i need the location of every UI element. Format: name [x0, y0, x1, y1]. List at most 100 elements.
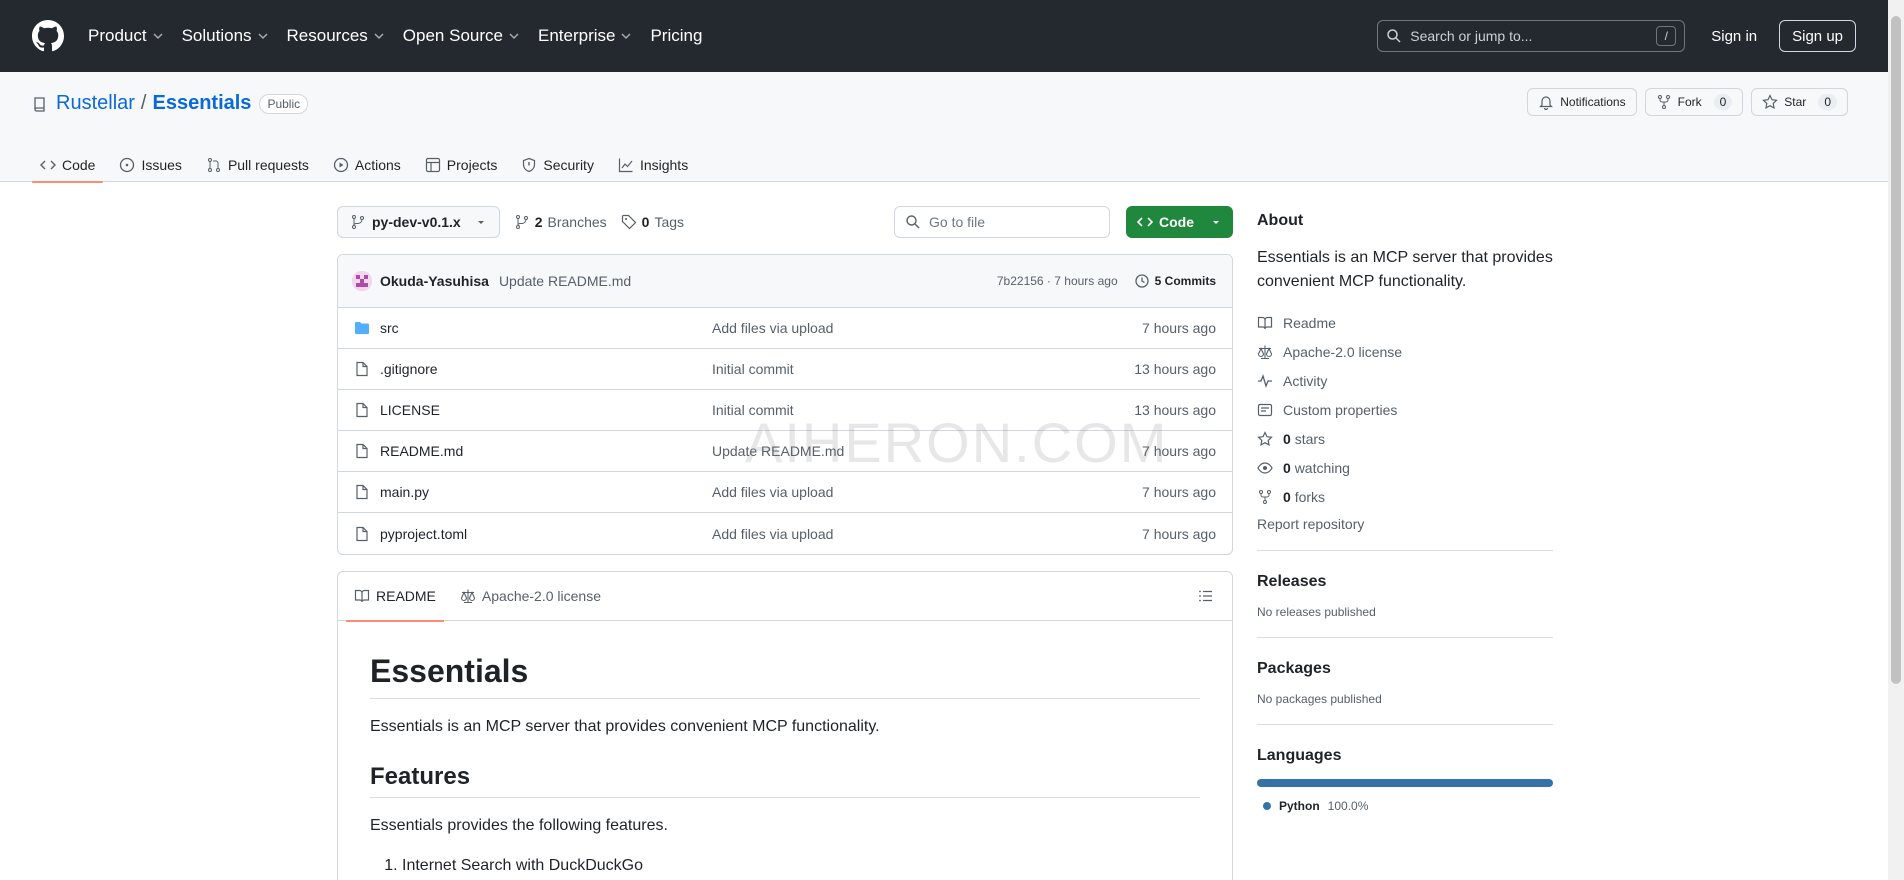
branches-link[interactable]: 2 Branches	[514, 214, 607, 230]
notifications-button[interactable]: Notifications	[1527, 88, 1637, 116]
code-dropdown-button[interactable]: Code	[1126, 206, 1233, 238]
branches-label: Branches	[547, 214, 607, 230]
nav-product[interactable]: Product	[88, 26, 164, 46]
table-row[interactable]: pyproject.toml Add files via upload 7 hour…	[338, 513, 1232, 554]
list-unordered-icon[interactable]	[1198, 588, 1214, 604]
language-bar	[1257, 779, 1553, 787]
commits-link[interactable]: 5 Commits	[1134, 273, 1216, 289]
chevron-down-icon	[258, 33, 268, 40]
repo-sidebar: About Essentials is an MCP server that p…	[1257, 206, 1553, 831]
tab-license[interactable]: Apache-2.0 license	[452, 572, 609, 621]
custom-properties-link[interactable]: Custom properties	[1257, 395, 1553, 424]
file-commit-message[interactable]: Initial commit	[712, 361, 794, 377]
table-row[interactable]: main.py Add files via upload 7 hours ago	[338, 472, 1232, 513]
file-commit-message[interactable]: Add files via upload	[712, 320, 833, 336]
features-intro: Essentials provides the following featur…	[370, 817, 668, 834]
forks-link[interactable]: 0 forks	[1257, 482, 1553, 511]
avatar[interactable]	[352, 271, 372, 291]
nav-solutions[interactable]: Solutions	[182, 26, 269, 46]
go-to-file-input[interactable]: Go to file	[894, 206, 1110, 238]
commit-message[interactable]: Update README.md	[499, 273, 631, 289]
tags-link[interactable]: 0 Tags	[621, 214, 684, 230]
repo-name-link[interactable]: Essentials	[152, 92, 251, 115]
sign-up-button[interactable]: Sign up	[1779, 20, 1856, 52]
table-row[interactable]: src Add files via upload 7 hours ago	[338, 308, 1232, 349]
star-count: 0	[1818, 94, 1837, 110]
tab-pull-requests[interactable]: Pull requests	[198, 148, 317, 182]
file-icon	[356, 402, 368, 418]
file-toolbar: py-dev-v0.1.x 2 Branches 0 Tags Go to fi…	[337, 206, 1233, 238]
search-icon	[906, 215, 920, 229]
commit-hash-time[interactable]: 7b22156 · 7 hours ago	[997, 274, 1118, 288]
file-commit-message[interactable]: Update README.md	[712, 443, 844, 459]
table-row[interactable]: README.md Update README.md 7 hours ago	[338, 431, 1232, 472]
star-icon	[1257, 430, 1273, 446]
report-repository-link[interactable]: Report repository	[1257, 516, 1553, 551]
packages-section: Packages No packages published	[1257, 638, 1553, 725]
file-icon	[356, 361, 368, 377]
releases-heading[interactable]: Releases	[1257, 573, 1553, 591]
fork-button[interactable]: Fork 0	[1644, 88, 1744, 116]
packages-text: No packages published	[1257, 692, 1382, 706]
file-icon	[356, 526, 368, 541]
chevron-down-icon	[153, 33, 163, 40]
file-name[interactable]: main.py	[380, 484, 712, 500]
readme-panel: README Apache-2.0 license Essentials Ess…	[337, 571, 1233, 880]
repo-separator: /	[140, 92, 147, 114]
tab-issues[interactable]: Issues	[111, 148, 189, 182]
scrollbar-thumb[interactable]	[1891, 16, 1901, 684]
repo-owner-link[interactable]: Rustellar	[56, 92, 135, 115]
chevron-down-icon	[621, 33, 631, 40]
file-commit-message[interactable]: Add files via upload	[712, 526, 833, 542]
commit-author[interactable]: Okuda-Yasuhisa	[380, 273, 489, 289]
bell-icon	[1539, 96, 1554, 110]
releases-text: No releases published	[1257, 605, 1376, 619]
nav-open-source[interactable]: Open Source	[403, 26, 520, 46]
packages-heading[interactable]: Packages	[1257, 660, 1553, 678]
watching-link[interactable]: 0 watching	[1257, 453, 1553, 482]
tab-code[interactable]: Code	[32, 148, 104, 183]
fork-count: 0	[1713, 94, 1733, 110]
tab-security[interactable]: Security	[513, 148, 602, 182]
about-heading: About	[1257, 212, 1304, 229]
license-link[interactable]: Apache-2.0 license	[1257, 337, 1553, 366]
folder-icon	[355, 322, 369, 334]
tab-readme[interactable]: README	[346, 572, 444, 622]
readme-link[interactable]: Readme	[1257, 308, 1553, 337]
readme-title: Essentials	[370, 653, 1200, 699]
tab-actions[interactable]: Actions	[325, 148, 409, 182]
file-name[interactable]: README.md	[380, 443, 712, 459]
stars-link[interactable]: 0 stars	[1257, 424, 1553, 453]
file-name[interactable]: .gitignore	[380, 361, 712, 377]
nav-resources[interactable]: Resources	[287, 26, 385, 46]
book-icon	[354, 589, 370, 603]
features-list: Internet Search with DuckDuckGo	[370, 854, 1200, 878]
star-button[interactable]: Star 0	[1751, 88, 1848, 116]
page-scrollbar[interactable]	[1888, 0, 1904, 880]
file-commit-message[interactable]: Add files via upload	[712, 484, 833, 500]
activity-link[interactable]: Activity	[1257, 366, 1553, 395]
file-name[interactable]: pyproject.toml	[380, 526, 712, 542]
nav-pricing[interactable]: Pricing	[650, 26, 702, 46]
tab-projects[interactable]: Projects	[417, 148, 506, 182]
shield-icon	[523, 157, 536, 173]
repo-actions: Notifications Fork 0 Star 0	[1527, 88, 1848, 116]
stars-count: 0	[1283, 430, 1291, 447]
global-search-input[interactable]: Search or jump to... /	[1377, 20, 1686, 52]
main-content: py-dev-v0.1.x 2 Branches 0 Tags Go to fi…	[337, 206, 1233, 880]
nav-enterprise[interactable]: Enterprise	[538, 26, 632, 46]
tab-insights[interactable]: Insights	[610, 148, 696, 182]
branch-selector[interactable]: py-dev-v0.1.x	[337, 206, 500, 238]
github-logo-icon[interactable]	[32, 20, 64, 52]
file-icon	[356, 484, 368, 500]
table-row[interactable]: .gitignore Initial commit 13 hours ago	[338, 349, 1232, 390]
file-commit-message[interactable]: Initial commit	[712, 402, 794, 418]
file-name[interactable]: src	[380, 320, 712, 336]
table-row[interactable]: LICENSE Initial commit 13 hours ago	[338, 390, 1232, 431]
pull-request-icon	[207, 158, 220, 172]
language-python[interactable]: Python 100.0%	[1263, 799, 1553, 813]
header-actions: Search or jump to... / Sign in Sign up	[1377, 20, 1856, 52]
sign-in-link[interactable]: Sign in	[1711, 28, 1757, 45]
fork-icon	[1259, 489, 1271, 504]
file-name[interactable]: LICENSE	[380, 402, 712, 418]
